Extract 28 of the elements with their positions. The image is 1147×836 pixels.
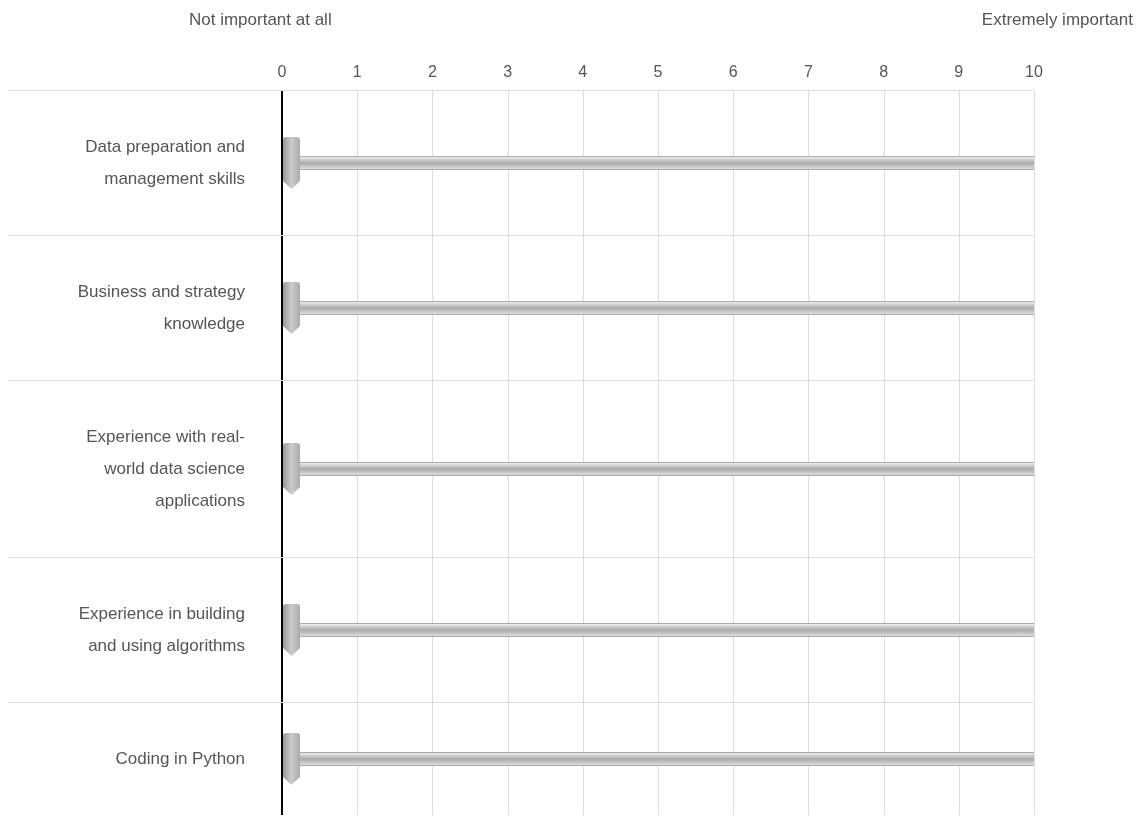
slider-track[interactable] [300,462,1034,476]
tick-label: 2 [427,62,437,82]
tick-label: 6 [728,62,738,82]
slider-track[interactable] [300,623,1034,637]
statement-label: Experience in building and using algorithms [77,603,245,657]
slider-track[interactable] [300,752,1034,766]
tick-label: 4 [578,62,588,82]
tick-label: 9 [954,62,964,82]
slider-handle[interactable] [283,282,300,334]
statement-label: Business and strategy knowledge [76,281,245,335]
tick-label: 5 [653,62,663,82]
slider-track[interactable] [300,301,1034,315]
tick-label: 3 [503,62,513,82]
slider-handle[interactable] [283,443,300,495]
tick-label: 7 [803,62,813,82]
slider-track[interactable] [300,156,1034,170]
scale-max-label: Extremely important [981,9,1133,32]
slider-handle[interactable] [283,604,300,656]
statement-label: Experience with real-world data science applications [85,426,245,512]
statement-label: Coding in Python [114,748,245,770]
tick-label: 1 [352,62,362,82]
slider-handle[interactable] [283,137,300,189]
scale-min-label: Not important at all [189,9,332,32]
slider-handle[interactable] [283,733,300,785]
statement-label: Data preparation and management skills [84,136,245,190]
tick-label: 10 [1025,62,1043,82]
tick-label: 0 [277,62,287,82]
tick-label: 8 [879,62,889,82]
